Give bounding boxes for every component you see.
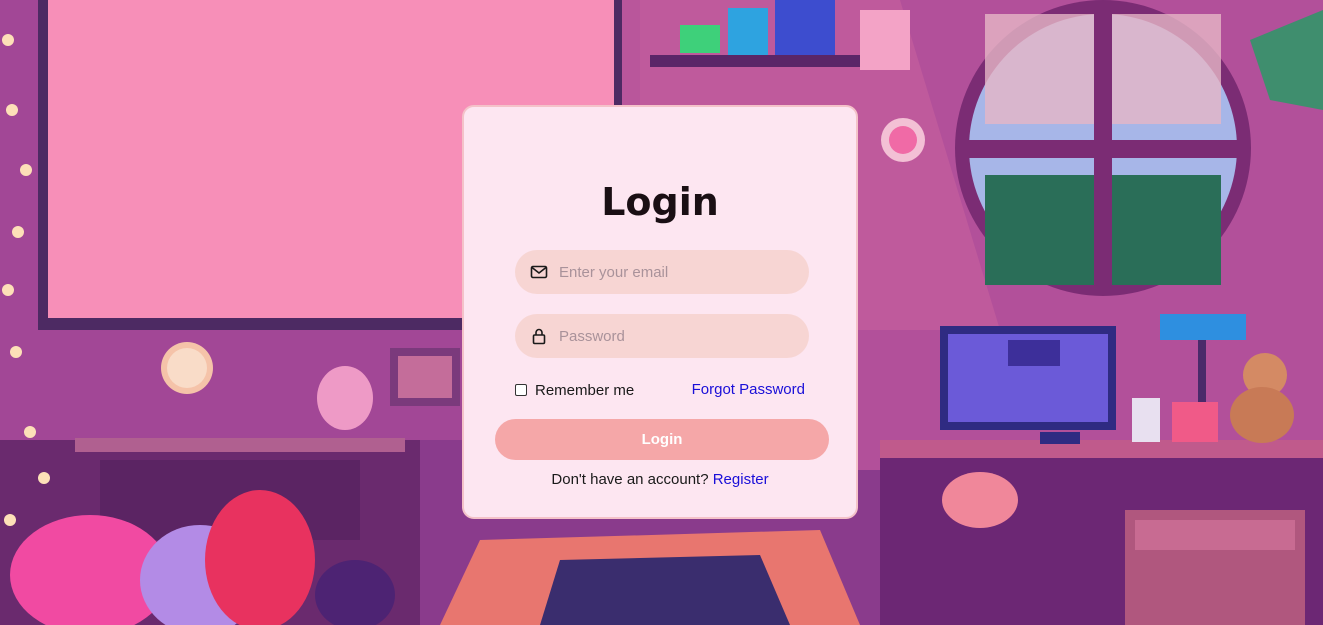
login-button[interactable]: Login	[495, 419, 829, 460]
password-input[interactable]	[559, 314, 799, 358]
password-field[interactable]	[515, 314, 809, 358]
forgot-password-link[interactable]: Forgot Password	[692, 380, 805, 400]
lock-icon	[532, 328, 546, 345]
login-card: Login Remember me Forgot Password Login …	[462, 105, 858, 519]
register-prompt: Don't have an account? Register	[464, 471, 856, 488]
remember-me-checkbox[interactable]	[515, 384, 527, 396]
remember-me-label: Remember me	[535, 381, 635, 399]
register-link[interactable]: Register	[713, 471, 769, 488]
login-title: Login	[601, 180, 719, 224]
register-prompt-text: Don't have an account?	[551, 471, 713, 488]
login-page: Login Remember me Forgot Password Login …	[0, 0, 1323, 625]
email-field[interactable]	[515, 250, 809, 294]
remember-me[interactable]: Remember me	[515, 380, 634, 400]
email-input[interactable]	[559, 250, 799, 294]
envelope-icon	[530, 265, 548, 279]
